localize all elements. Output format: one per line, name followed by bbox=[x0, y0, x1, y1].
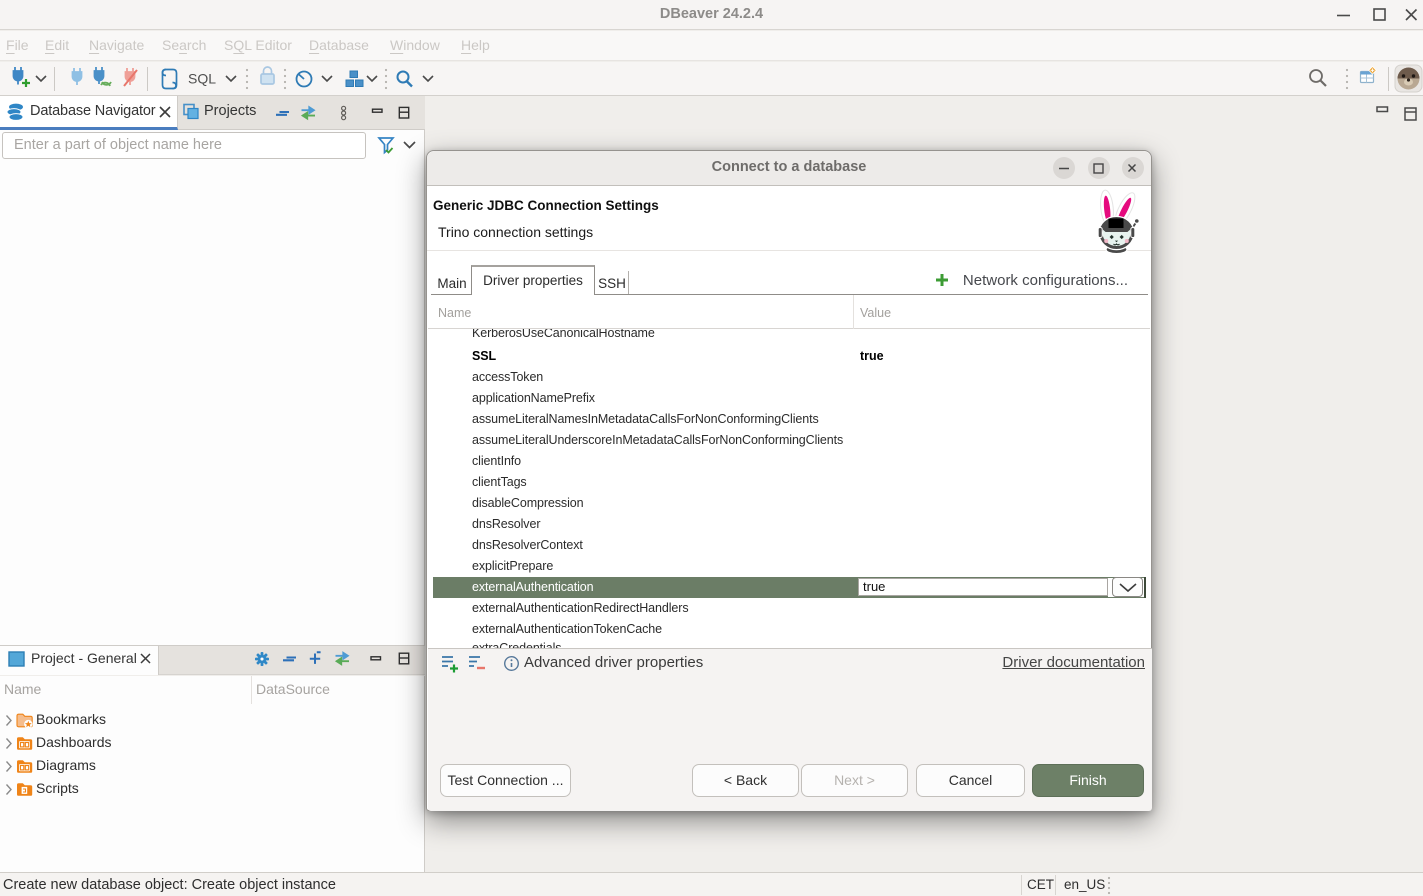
svg-text:SQL: SQL bbox=[188, 71, 216, 87]
